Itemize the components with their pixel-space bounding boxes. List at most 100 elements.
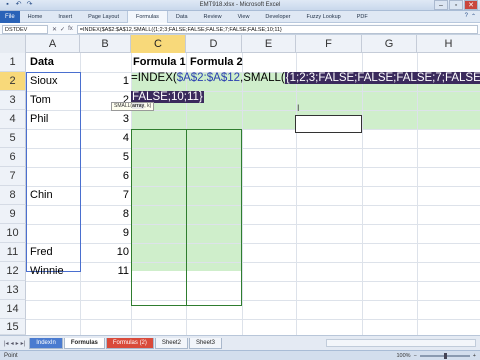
tab-insert[interactable]: Insert: [50, 11, 80, 23]
row-header-6[interactable]: 6: [0, 148, 26, 167]
row-header-1[interactable]: 1: [0, 53, 26, 72]
first-sheet-icon[interactable]: |◂: [4, 340, 9, 347]
cell-b5[interactable]: 4: [80, 129, 129, 147]
column-header-h[interactable]: H: [417, 35, 480, 53]
formula-prefix: =INDEX(: [131, 72, 177, 84]
sheet-tab-sheet2[interactable]: Sheet2: [154, 337, 188, 349]
zoom-level[interactable]: 100%: [396, 353, 410, 359]
next-sheet-icon[interactable]: ▸: [16, 340, 19, 347]
tab-review[interactable]: Review: [196, 11, 230, 23]
cell-a12[interactable]: Winnie: [30, 262, 64, 280]
tab-home[interactable]: Home: [20, 11, 51, 23]
name-box[interactable]: DSTDEV: [2, 24, 48, 34]
formula2-output-border: [186, 129, 242, 306]
close-button[interactable]: ✕: [464, 0, 478, 10]
insert-function-icon[interactable]: fx: [68, 26, 73, 33]
select-all-corner[interactable]: [0, 35, 26, 53]
ribbon-tabs: File Home Insert Page Layout Formulas Da…: [0, 10, 480, 23]
evaluated-array-line1: {1;2;3;FALSE;FALSE;FALSE;7;FALSE;: [284, 72, 480, 84]
gridline: [26, 281, 480, 282]
row-header-11[interactable]: 11: [0, 243, 26, 262]
row-header-9[interactable]: 9: [0, 205, 26, 224]
row-header-8[interactable]: 8: [0, 186, 26, 205]
zoom-control: 100% − +: [396, 352, 480, 359]
row-header-13[interactable]: 13: [0, 281, 26, 300]
ribbon-right-icons: ? ⌃: [465, 13, 480, 20]
cell-b10[interactable]: 9: [80, 224, 129, 242]
formula-range-ref: $A$2:$A$12: [176, 72, 241, 84]
tab-developer[interactable]: Developer: [257, 11, 298, 23]
cell-b8[interactable]: 7: [80, 186, 129, 204]
last-sheet-icon[interactable]: ▸|: [21, 340, 26, 347]
cell-b11[interactable]: 10: [80, 243, 129, 261]
tab-formulas[interactable]: Formulas: [127, 10, 168, 23]
row-header-2[interactable]: 2: [0, 72, 26, 91]
help-icon[interactable]: ?: [465, 13, 468, 20]
column-header-b[interactable]: B: [80, 35, 131, 53]
cell-b4[interactable]: 3: [80, 110, 129, 128]
tab-page-layout[interactable]: Page Layout: [80, 11, 127, 23]
cell-b6[interactable]: 5: [80, 148, 129, 166]
formula-bar: DSTDEV ✕ ✓ fx =INDEX($A$2:$A$12,SMALL({1…: [0, 24, 480, 35]
file-tab[interactable]: File: [0, 10, 20, 23]
cell-a2[interactable]: Sioux: [30, 72, 58, 90]
window-controls: – ▫ ✕: [434, 0, 478, 10]
column-header-d[interactable]: D: [186, 35, 242, 53]
row-header-3[interactable]: 3: [0, 91, 26, 110]
formula1-output-border: [131, 129, 187, 306]
sheet-tab-formulas-2[interactable]: Formulas (2): [105, 337, 154, 349]
row-header-14[interactable]: 14: [0, 300, 26, 319]
cell-a4[interactable]: Phil: [30, 110, 48, 128]
active-cell-box[interactable]: [295, 115, 362, 133]
zoom-slider[interactable]: [419, 352, 470, 359]
formula-input[interactable]: =INDEX($A$2:$A$12,SMALL({1;2;3;FALSE;FAL…: [76, 24, 478, 34]
tooltip-function: SMALL(: [114, 103, 133, 109]
tab-fuzzy-lookup[interactable]: Fuzzy Lookup: [299, 11, 349, 23]
enter-icon[interactable]: ✓: [60, 26, 65, 33]
zoom-slider-thumb[interactable]: [443, 352, 447, 359]
prev-sheet-icon[interactable]: ◂: [11, 340, 14, 347]
tab-view[interactable]: View: [230, 11, 258, 23]
column-header-f[interactable]: F: [296, 35, 362, 53]
tab-data[interactable]: Data: [168, 11, 196, 23]
column-header-c[interactable]: C: [131, 35, 186, 53]
sheet-nav-buttons: |◂ ◂ ▸ ▸|: [0, 340, 29, 347]
minimize-button[interactable]: –: [434, 0, 448, 10]
row-header-7[interactable]: 7: [0, 167, 26, 186]
zoom-out-icon[interactable]: −: [414, 353, 417, 359]
worksheet-grid[interactable]: A B C D E F G H 1 2 3 4 5 6 7 8 9 10 11 …: [0, 35, 480, 335]
cell-a11[interactable]: Fred: [30, 243, 53, 261]
sheet-tab-bar: |◂ ◂ ▸ ▸| IndexIn Formulas Formulas (2) …: [0, 335, 480, 350]
row-header-10[interactable]: 10: [0, 224, 26, 243]
tooltip-rest: , k): [144, 103, 152, 109]
row-header-4[interactable]: 4: [0, 110, 26, 129]
function-argument-tooltip[interactable]: SMALL(array, k): [111, 102, 155, 111]
cancel-icon[interactable]: ✕: [52, 26, 57, 33]
row-header-5[interactable]: 5: [0, 129, 26, 148]
cell-b12[interactable]: 11: [80, 262, 129, 280]
zoom-in-icon[interactable]: +: [473, 353, 476, 359]
row-header-12[interactable]: 12: [0, 262, 26, 281]
tooltip-current-arg: array: [132, 103, 145, 109]
cell-a8[interactable]: Chin: [30, 186, 53, 204]
maximize-button[interactable]: ▫: [449, 0, 463, 10]
horizontal-scrollbar[interactable]: [326, 339, 476, 347]
ribbon-minimize-icon[interactable]: ⌃: [471, 13, 476, 20]
sheet-tab-sheet3[interactable]: Sheet3: [188, 337, 222, 349]
cell-b9[interactable]: 8: [80, 205, 129, 223]
formula-bar-icons: ✕ ✓ fx: [48, 26, 77, 33]
column-header-g[interactable]: G: [362, 35, 417, 53]
cell-a3[interactable]: Tom: [30, 91, 51, 109]
column-headers: A B C D E F G H: [0, 35, 480, 53]
cell-b2[interactable]: 1: [80, 72, 129, 90]
in-cell-formula-editor[interactable]: =INDEX($A$2:$A$12,SMALL({1;2;3;FALSE;FAL…: [131, 69, 480, 107]
column-header-e[interactable]: E: [242, 35, 296, 53]
column-header-a[interactable]: A: [26, 35, 80, 53]
cell-a1[interactable]: Data: [30, 53, 54, 71]
sheet-tab-indexin[interactable]: IndexIn: [29, 337, 63, 349]
row-header-15[interactable]: 15: [0, 319, 26, 335]
cell-b7[interactable]: 6: [80, 167, 129, 185]
sheet-tab-formulas[interactable]: Formulas: [63, 337, 105, 349]
text-cursor-icon: I: [297, 103, 300, 113]
tab-pdf[interactable]: PDF: [349, 11, 376, 23]
